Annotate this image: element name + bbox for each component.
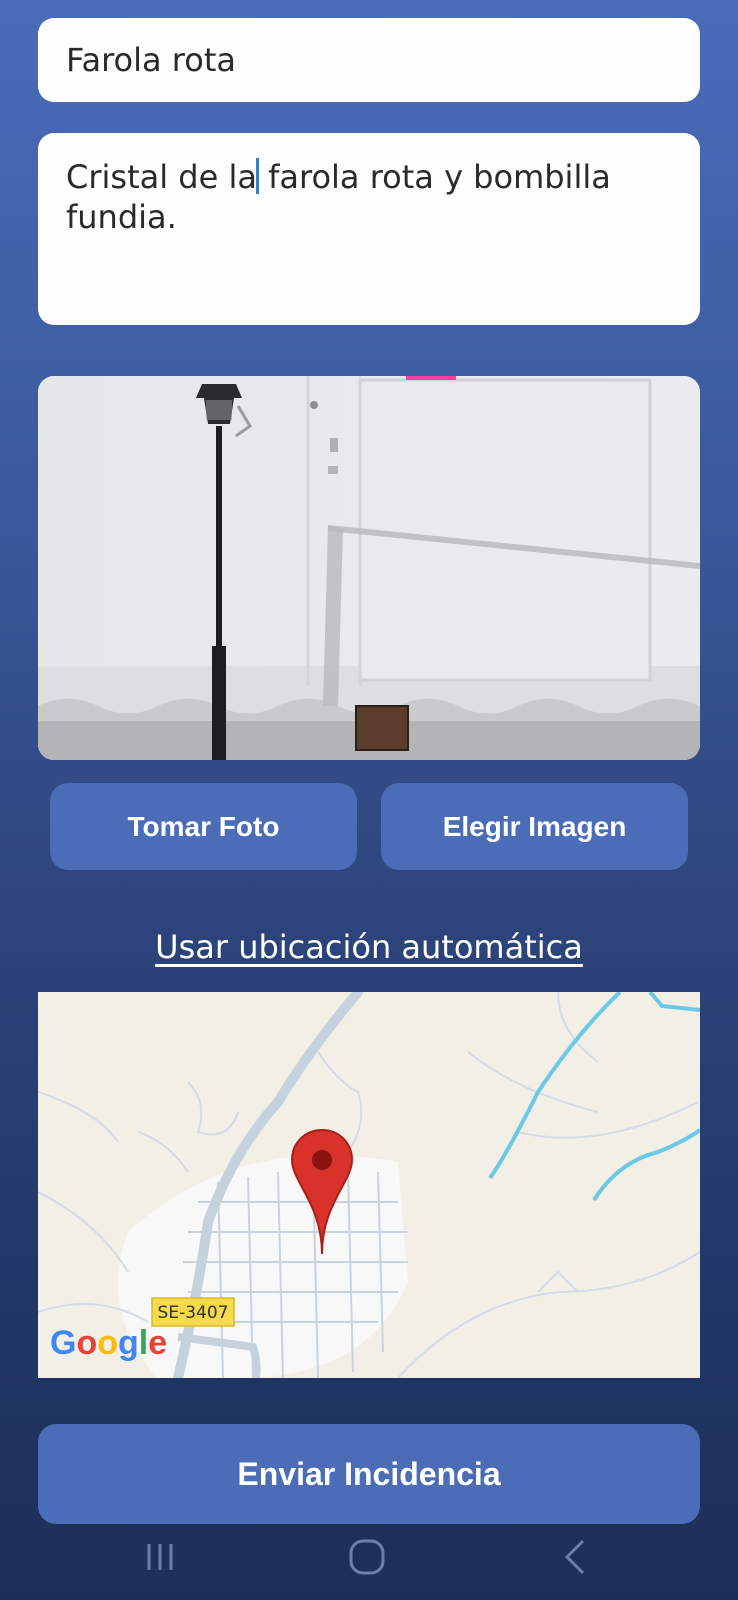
recents-icon bbox=[147, 1544, 173, 1570]
choose-image-button[interactable]: Elegir Imagen bbox=[381, 783, 688, 870]
description-text-before-cursor: Cristal de la bbox=[66, 158, 257, 196]
street-lamp-photo-image bbox=[38, 376, 700, 760]
home-button[interactable] bbox=[317, 1528, 417, 1586]
description-input[interactable]: Cristal de la farola rota y bombilla fun… bbox=[38, 133, 700, 325]
location-map[interactable]: SE-3407 Google bbox=[38, 992, 700, 1378]
back-button[interactable] bbox=[526, 1528, 626, 1586]
map-canvas: SE-3407 Google bbox=[38, 992, 700, 1378]
take-photo-button[interactable]: Tomar Foto bbox=[50, 783, 357, 870]
use-automatic-location-link[interactable]: Usar ubicación automática bbox=[0, 928, 738, 966]
incident-photo bbox=[38, 376, 700, 760]
title-input-value: Farola rota bbox=[66, 41, 236, 79]
recents-button[interactable] bbox=[110, 1528, 210, 1586]
submit-incident-button[interactable]: Enviar Incidencia bbox=[38, 1424, 700, 1524]
back-icon bbox=[564, 1539, 585, 1575]
google-logo: Google bbox=[50, 1324, 167, 1362]
road-label-text: SE-3407 bbox=[158, 1303, 229, 1323]
title-input[interactable]: Farola rota bbox=[38, 18, 700, 102]
road-label-badge: SE-3407 bbox=[151, 1297, 235, 1327]
home-icon bbox=[349, 1539, 385, 1575]
